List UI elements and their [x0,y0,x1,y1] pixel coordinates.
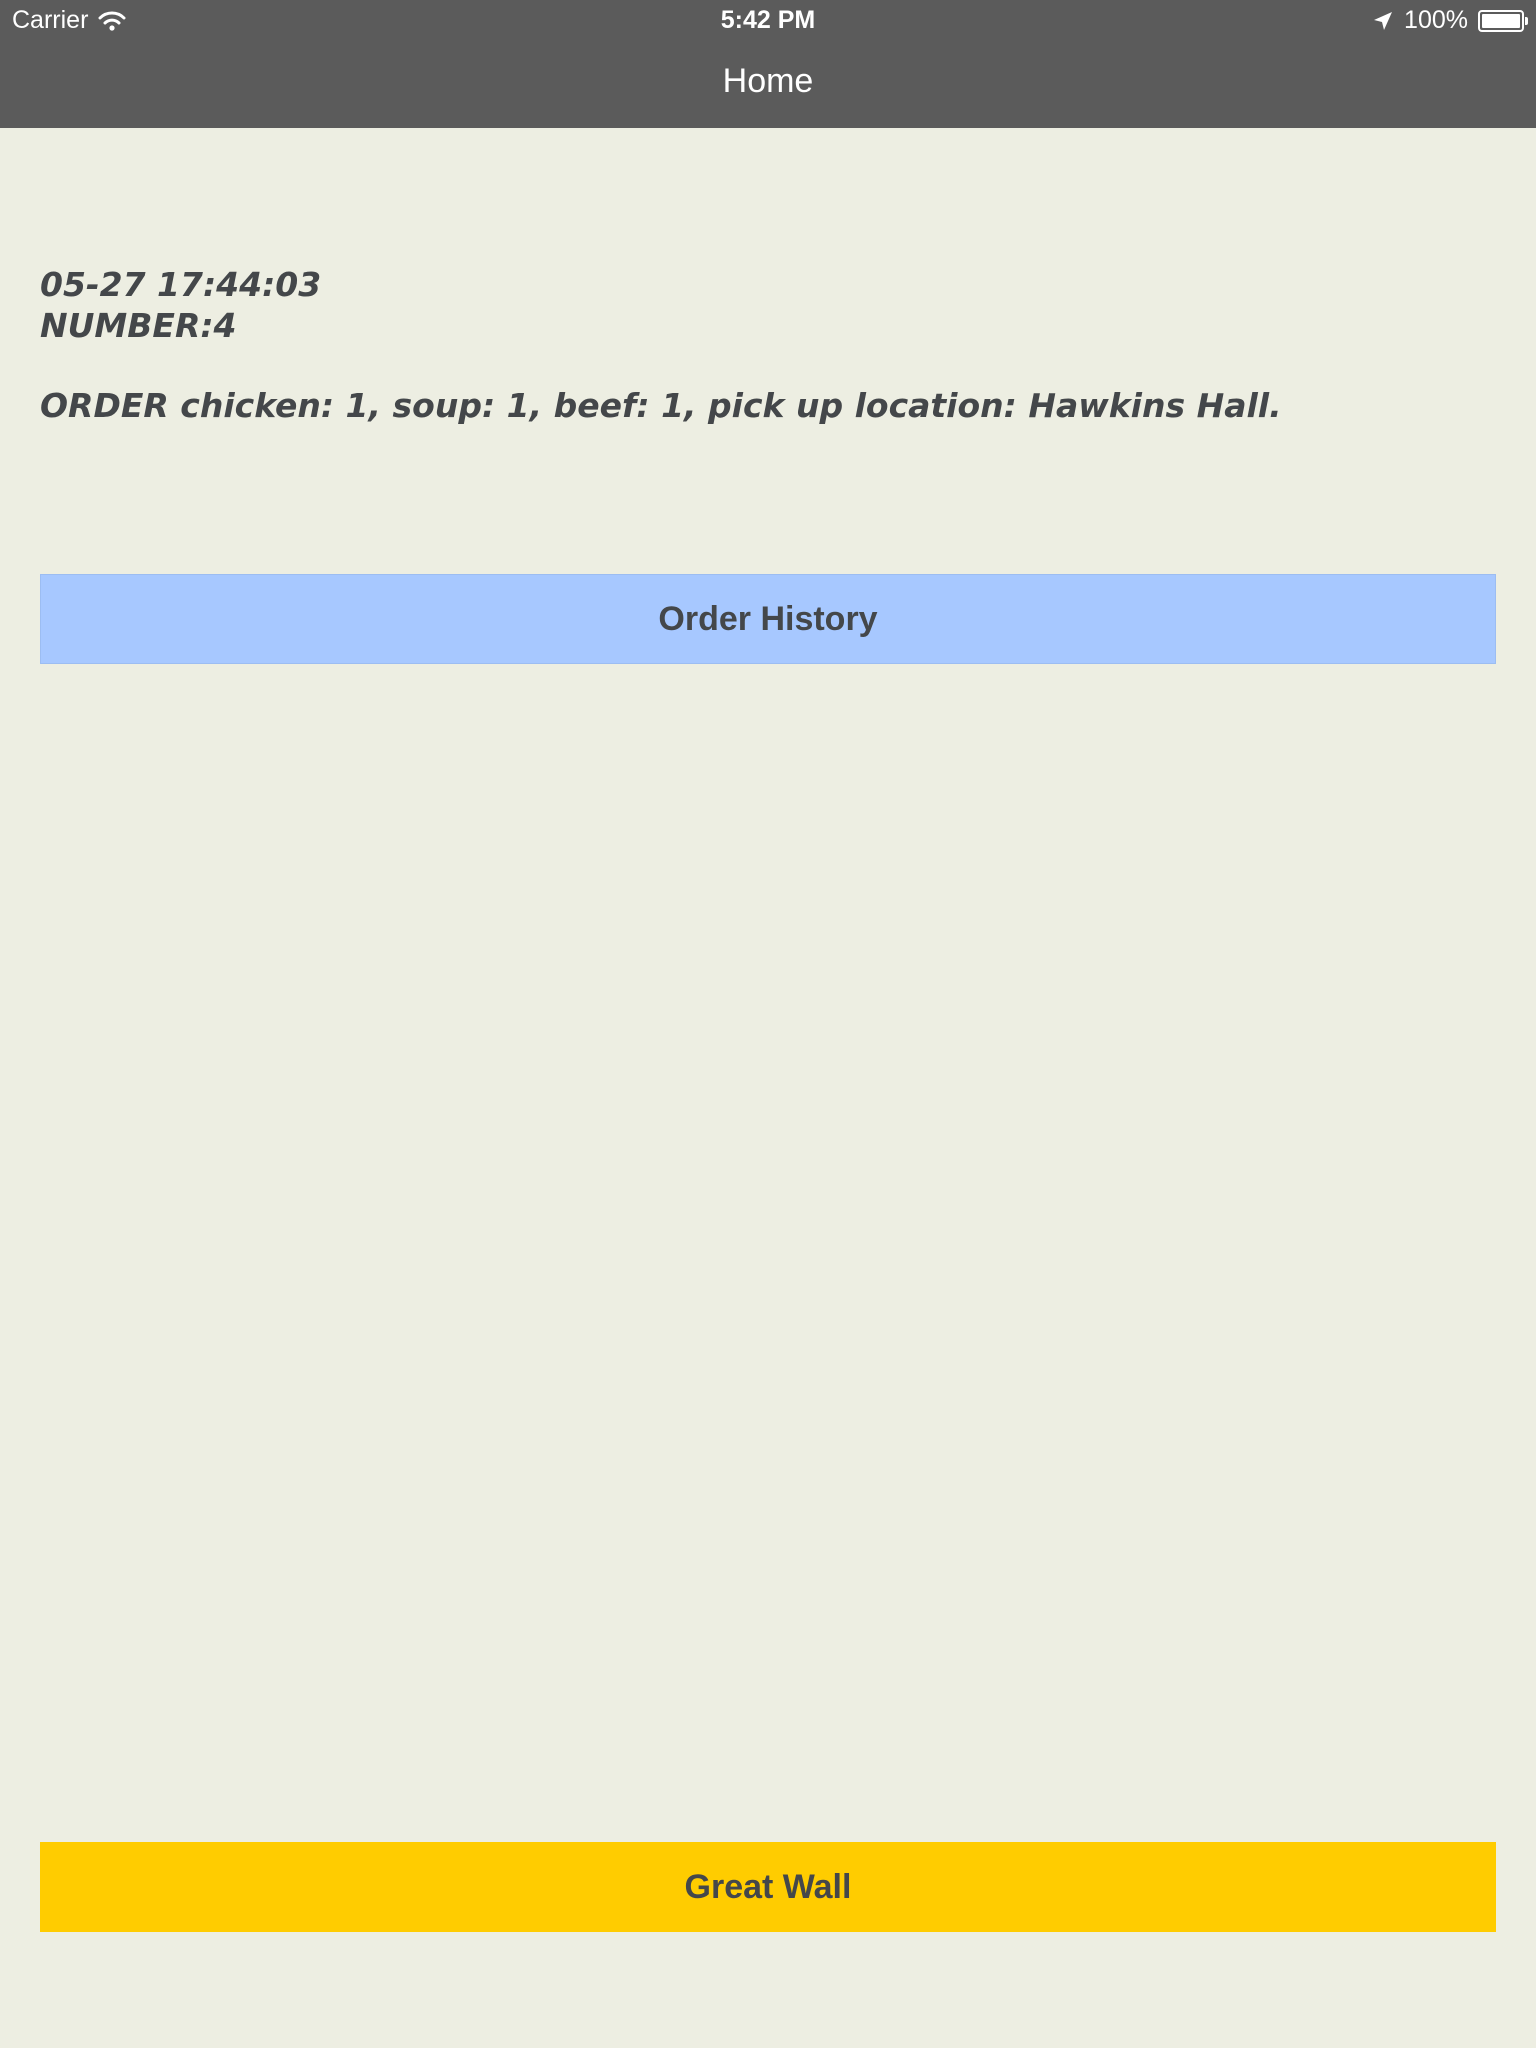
battery-icon [1478,9,1528,32]
battery-fill [1482,13,1520,28]
status-time: 5:42 PM [720,6,816,34]
status-right-group: 100% [1372,6,1528,35]
order-summary: 05-27 17:44:03 NUMBER:4 [40,264,1496,346]
battery-percentage: 100% [1404,6,1468,34]
location-arrow-icon [1372,10,1394,32]
order-history-button[interactable]: Order History [40,574,1496,664]
great-wall-button[interactable]: Great Wall [40,1842,1496,1932]
order-timestamp: 05-27 17:44:03 [40,265,322,304]
page-title: Home [722,62,814,100]
top-bar: Carrier 5:42 PM 100% Home [0,0,1536,128]
status-bar: Carrier 5:42 PM 100% [0,0,1536,42]
app-screen: Carrier 5:42 PM 100% Home 05-27 17:44:03… [0,0,1536,2048]
order-number: NUMBER:4 [40,306,237,345]
order-detail: ORDER chicken: 1, soup: 1, beef: 1, pick… [40,386,1282,425]
